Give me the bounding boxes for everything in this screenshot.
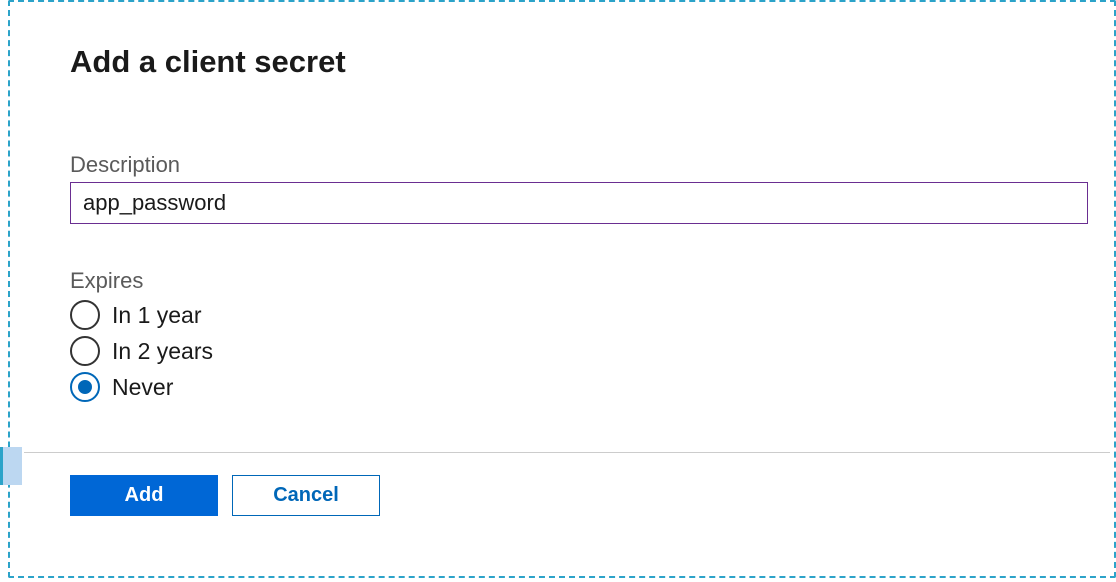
radio-icon [70, 336, 100, 366]
radio-option-in-2-years[interactable]: In 2 years [70, 336, 1088, 366]
add-client-secret-panel: Add a client secret Description Expires … [48, 22, 1110, 574]
cancel-button[interactable]: Cancel [232, 475, 380, 516]
radio-icon [70, 372, 100, 402]
radio-label: Never [112, 374, 173, 401]
radio-icon [70, 300, 100, 330]
add-button[interactable]: Add [70, 475, 218, 516]
description-section: Description [48, 152, 1110, 224]
expires-radio-group: In 1 year In 2 years Never [70, 300, 1088, 402]
radio-label: In 2 years [112, 338, 213, 365]
radio-option-in-1-year[interactable]: In 1 year [70, 300, 1088, 330]
expires-label: Expires [70, 268, 1088, 294]
description-label: Description [70, 152, 1088, 178]
radio-label: In 1 year [112, 302, 202, 329]
expires-section: Expires In 1 year In 2 years Never [48, 268, 1110, 402]
button-row: Add Cancel [48, 453, 1110, 538]
left-marker [0, 447, 22, 485]
page-title: Add a client secret [48, 22, 1110, 80]
description-input[interactable] [70, 182, 1088, 224]
radio-option-never[interactable]: Never [70, 372, 1088, 402]
